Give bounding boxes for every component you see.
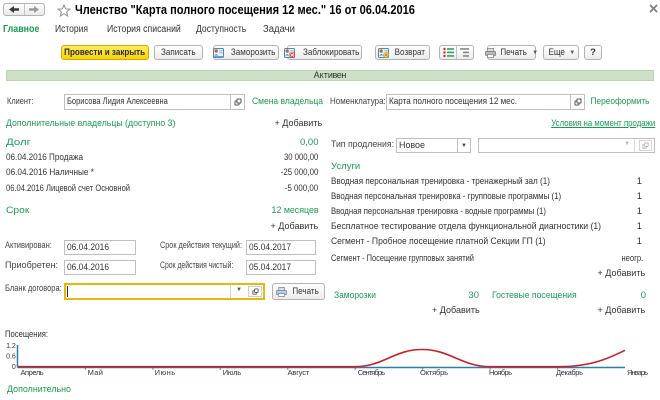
svg-text:Ноябрь: Ноябрь (489, 368, 512, 377)
svg-text:Май: Май (88, 368, 103, 377)
svg-text:Январь: Январь (627, 368, 648, 377)
svg-text:Сентябрь: Сентябрь (358, 368, 385, 377)
svg-text:0.6: 0.6 (6, 353, 16, 360)
svg-text:Август: Август (288, 368, 310, 377)
svg-text:1.2: 1.2 (6, 343, 16, 350)
svg-text:Декабрь: Декабрь (556, 368, 583, 377)
svg-text:Октябрь: Октябрь (420, 368, 448, 377)
svg-text:Апрель: Апрель (21, 368, 44, 377)
svg-text:0: 0 (12, 364, 16, 371)
svg-text:Июнь: Июнь (155, 368, 176, 377)
svg-text:Июль: Июль (223, 368, 242, 377)
